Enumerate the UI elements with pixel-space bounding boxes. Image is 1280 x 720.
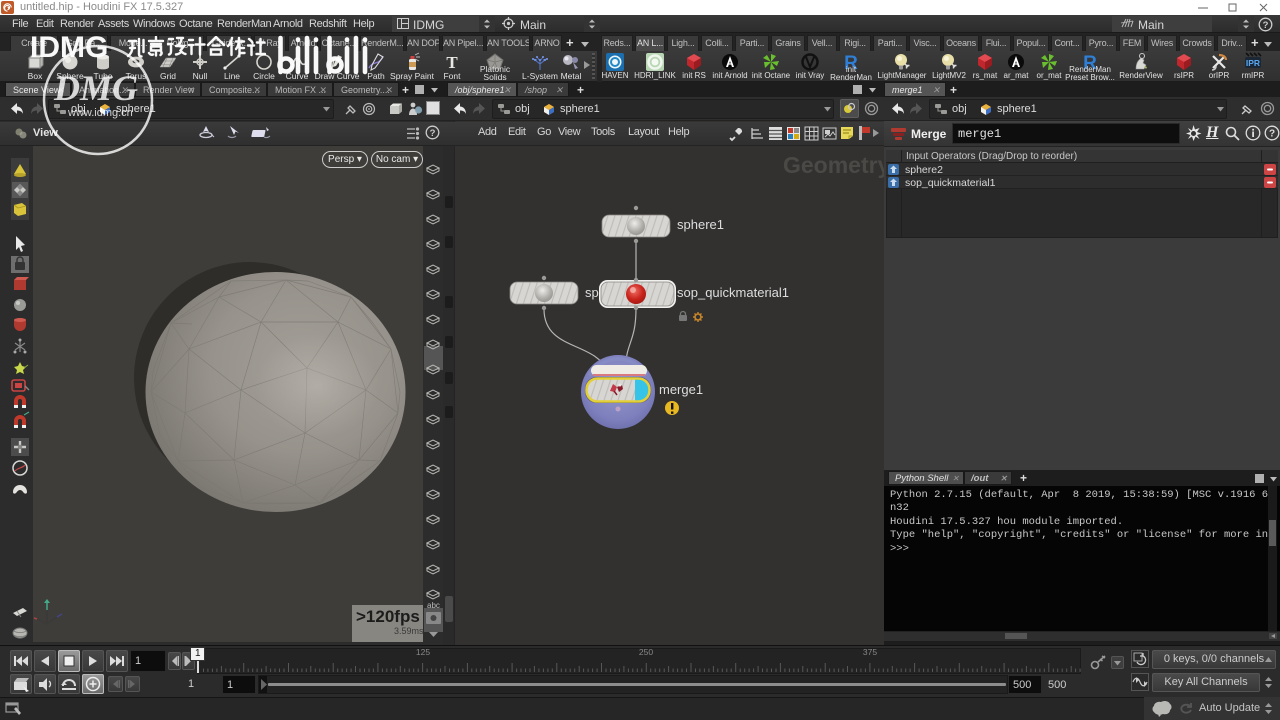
svg-text:www.idmg.cn: www.idmg.cn <box>67 107 133 119</box>
svg-text:DMG: DMG <box>53 68 138 108</box>
